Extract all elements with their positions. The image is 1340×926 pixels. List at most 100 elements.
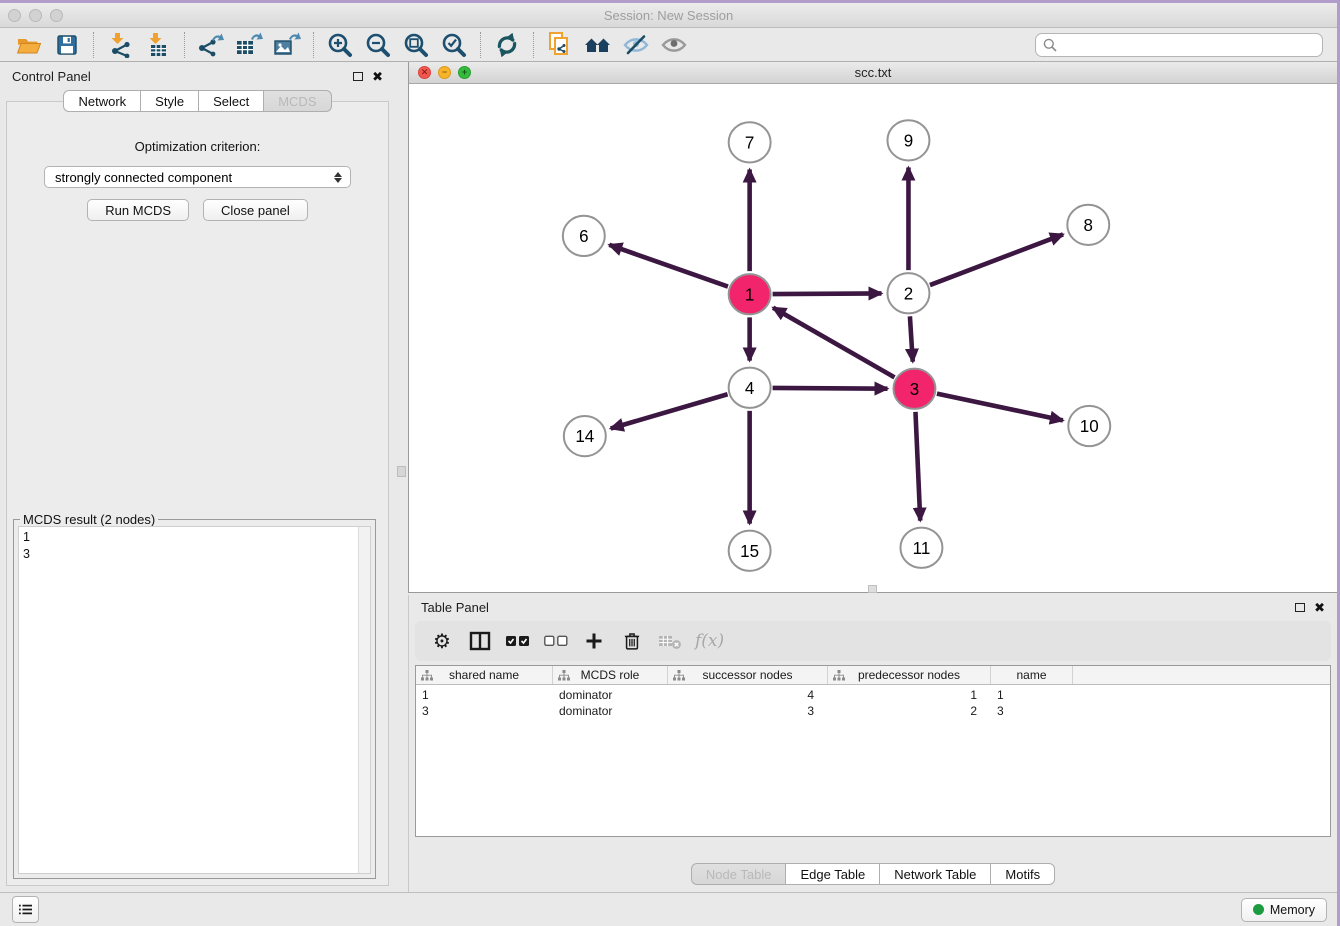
show-all-networks-button[interactable] xyxy=(579,30,617,60)
vertical-splitter[interactable] xyxy=(395,62,408,892)
show-hidden-button[interactable] xyxy=(655,30,693,60)
network-minimize-button[interactable]: − xyxy=(438,66,451,79)
table-cell[interactable]: dominator xyxy=(553,687,668,703)
delete-table-button[interactable] xyxy=(653,625,687,657)
import-table-button[interactable] xyxy=(139,30,177,60)
column-label: successor nodes xyxy=(702,668,792,682)
task-history-button[interactable] xyxy=(12,896,39,923)
column-header-name[interactable]: name xyxy=(991,666,1073,684)
table-cell[interactable]: 3 xyxy=(668,703,828,719)
graph-edge-4-14[interactable] xyxy=(611,394,728,428)
table-row[interactable]: 1dominator411 xyxy=(416,687,1330,703)
graph-node-7[interactable]: 7 xyxy=(729,122,771,162)
graph-edge-2-8[interactable] xyxy=(930,234,1063,285)
memory-button[interactable]: Memory xyxy=(1241,898,1327,922)
table-cell[interactable]: 1 xyxy=(991,687,1073,703)
run-mcds-button[interactable]: Run MCDS xyxy=(87,199,189,221)
close-panel-button[interactable]: Close panel xyxy=(203,199,308,221)
save-session-button[interactable] xyxy=(48,30,86,60)
export-image-button[interactable] xyxy=(268,30,306,60)
table-panel-close-button[interactable]: ✖ xyxy=(1314,601,1325,614)
network-canvas[interactable]: 7 9 6 8 1 2 4 3 14 10 15 11 xyxy=(409,84,1337,593)
add-column-button[interactable] xyxy=(577,625,611,657)
graph-node-1[interactable]: 1 xyxy=(729,274,771,314)
zoom-out-button[interactable] xyxy=(359,30,397,60)
first-neighbors-button[interactable] xyxy=(541,30,579,60)
import-network-button[interactable] xyxy=(101,30,139,60)
control-panel-close-button[interactable]: ✖ xyxy=(372,70,383,83)
delete-column-button[interactable] xyxy=(615,625,649,657)
graph-edge-1-2[interactable] xyxy=(773,293,882,294)
graph-node-9[interactable]: 9 xyxy=(887,120,929,160)
list-icon xyxy=(19,903,32,916)
tab-network-table[interactable]: Network Table xyxy=(879,863,990,885)
network-zoom-button[interactable]: + xyxy=(458,66,471,79)
select-all-columns-button[interactable] xyxy=(501,625,535,657)
graph-edge-3-10[interactable] xyxy=(937,394,1063,421)
mcds-result-text[interactable]: 13 xyxy=(19,527,358,873)
column-tree-icon xyxy=(421,670,433,681)
export-network-button[interactable] xyxy=(192,30,230,60)
graph-edge-3-1[interactable] xyxy=(773,308,894,378)
tab-mcds[interactable]: MCDS xyxy=(263,90,331,112)
tab-select[interactable]: Select xyxy=(198,90,263,112)
network-close-button[interactable]: ✕ xyxy=(418,66,431,79)
mcds-result-scrollbar[interactable] xyxy=(358,527,370,873)
graph-edge-3-11[interactable] xyxy=(915,412,920,521)
table-cell[interactable]: 3 xyxy=(991,703,1073,719)
graph-node-10[interactable]: 10 xyxy=(1068,406,1110,446)
graph-edge-1-6[interactable] xyxy=(609,245,728,287)
canvas-resize-handle[interactable] xyxy=(868,585,877,593)
tab-node-table[interactable]: Node Table xyxy=(691,863,786,885)
search-field[interactable] xyxy=(1035,33,1323,57)
column-header-shared-name[interactable]: shared name xyxy=(416,666,553,684)
control-panel-float-button[interactable] xyxy=(353,72,363,81)
graph-node-3[interactable]: 3 xyxy=(893,369,935,409)
table-cell[interactable]: 2 xyxy=(828,703,991,719)
column-header-predecessor-nodes[interactable]: predecessor nodes xyxy=(828,666,991,684)
zoom-fit-button[interactable] xyxy=(397,30,435,60)
table-cell[interactable]: 1 xyxy=(828,687,991,703)
apply-layout-button[interactable] xyxy=(488,30,526,60)
mcds-result-line: 1 xyxy=(23,529,354,546)
split-view-button[interactable] xyxy=(463,625,497,657)
graph-edge-4-3[interactable] xyxy=(773,388,888,389)
tab-motifs[interactable]: Motifs xyxy=(990,863,1055,885)
tab-network[interactable]: Network xyxy=(63,90,140,112)
mcds-result-line: 3 xyxy=(23,546,354,563)
status-bar: Memory xyxy=(0,892,1337,926)
column-header-MCDS-role[interactable]: MCDS role xyxy=(553,666,668,684)
deselect-all-columns-button[interactable] xyxy=(539,625,573,657)
table-settings-button[interactable]: ⚙ xyxy=(425,625,459,657)
graph-edge-2-3[interactable] xyxy=(910,316,913,361)
tab-edge-table[interactable]: Edge Table xyxy=(785,863,879,885)
search-input[interactable] xyxy=(1062,37,1315,53)
table-cell[interactable]: dominator xyxy=(553,703,668,719)
function-builder-button[interactable]: f(x) xyxy=(695,631,724,651)
export-table-button[interactable] xyxy=(230,30,268,60)
graph-node-14[interactable]: 14 xyxy=(564,416,606,456)
hide-selected-button[interactable] xyxy=(617,30,655,60)
criterion-dropdown[interactable]: strongly connected component xyxy=(44,166,351,188)
import-network-icon xyxy=(107,32,133,58)
zoom-in-button[interactable] xyxy=(321,30,359,60)
graph-node-6[interactable]: 6 xyxy=(563,216,605,256)
graph-node-4[interactable]: 4 xyxy=(729,368,771,408)
tab-style[interactable]: Style xyxy=(140,90,198,112)
table-row[interactable]: 3dominator323 xyxy=(416,703,1330,719)
open-session-button[interactable] xyxy=(10,30,48,60)
table-panel-titlebar: Table Panel ✖ xyxy=(409,595,1337,619)
splitter-grip[interactable] xyxy=(397,466,406,477)
zoom-selected-button[interactable] xyxy=(435,30,473,60)
table-cell[interactable]: 3 xyxy=(416,703,553,719)
table-cell[interactable]: 1 xyxy=(416,687,553,703)
refresh-icon xyxy=(494,32,520,58)
graph-node-2[interactable]: 2 xyxy=(887,273,929,313)
graph-node-8[interactable]: 8 xyxy=(1067,205,1109,245)
delete-table-icon xyxy=(658,631,682,651)
table-cell[interactable]: 4 xyxy=(668,687,828,703)
column-header-successor-nodes[interactable]: successor nodes xyxy=(668,666,828,684)
table-panel-float-button[interactable] xyxy=(1295,603,1305,612)
graph-node-11[interactable]: 11 xyxy=(900,528,942,568)
graph-node-15[interactable]: 15 xyxy=(729,531,771,571)
